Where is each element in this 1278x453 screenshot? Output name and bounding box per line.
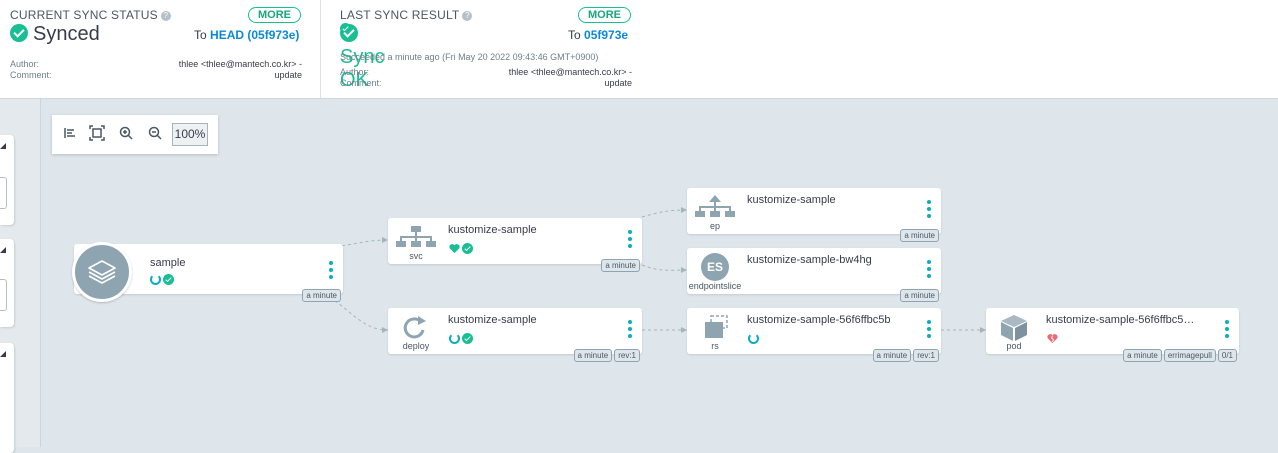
resource-tags: a minute	[898, 285, 939, 303]
resource-node-endpointslice[interactable]: ES endpointslice kustomize-sample-bw4hg …	[687, 248, 941, 302]
resource-name[interactable]: kustomize-sample-bw4hg	[747, 254, 872, 266]
resource-node-pod[interactable]: pod kustomize-sample-56f6ffbc5… a minute…	[986, 308, 1239, 362]
revision-badge: rev:1	[913, 349, 939, 362]
resource-status	[449, 333, 473, 345]
es-badge-icon: ES	[695, 253, 735, 282]
network-icon	[396, 224, 436, 252]
es-badge: ES	[701, 253, 729, 281]
resource-status	[449, 243, 473, 255]
age-badge: a minute	[302, 289, 341, 302]
progressing-icon	[449, 333, 460, 344]
resource-tags: a minute	[898, 225, 939, 243]
age-badge: a minute	[900, 229, 939, 242]
layers-icon	[72, 242, 132, 302]
broken-heart-icon	[1047, 334, 1058, 344]
network-icon	[695, 194, 735, 222]
resource-name[interactable]: kustomize-sample	[448, 224, 537, 236]
resource-menu-button[interactable]	[927, 200, 931, 220]
synced-check-icon	[163, 274, 174, 285]
resource-tags: a minute rev:1	[572, 345, 640, 363]
resource-status	[1047, 333, 1060, 345]
pod-status-badge: errimagepull	[1163, 349, 1216, 362]
resource-menu-button[interactable]	[927, 320, 931, 340]
deploy-rotate-icon	[396, 314, 436, 342]
edge-svc-ep	[641, 209, 688, 218]
age-badge: a minute	[872, 349, 912, 362]
resource-tags: a minute errimagepull 0/1	[1121, 345, 1237, 363]
resource-kind: endpointslice	[688, 281, 742, 291]
resource-status	[748, 333, 761, 345]
ready-count-badge: 0/1	[1217, 349, 1237, 362]
resource-menu-button[interactable]	[927, 260, 931, 280]
resource-name[interactable]: kustomize-sample-56f6ffbc5b	[747, 314, 890, 326]
resource-node-ep[interactable]: ep kustomize-sample a minute	[687, 188, 941, 242]
resource-kind: pod	[1006, 341, 1022, 351]
resource-kind: deploy	[402, 341, 430, 351]
resource-tags: a minute	[599, 255, 640, 273]
application-node[interactable]: sample a minute	[72, 242, 343, 302]
application-tags: a minute	[300, 285, 341, 303]
revision-badge: rev:1	[614, 349, 640, 362]
resource-node-deploy[interactable]: deploy kustomize-sample a minute rev:1	[388, 308, 642, 362]
resource-kind: ep	[709, 221, 720, 231]
edge-svc-es	[641, 264, 688, 271]
application-name[interactable]: sample	[150, 257, 185, 269]
age-badge: a minute	[573, 349, 613, 362]
healthy-heart-icon	[449, 244, 460, 254]
age-badge: a minute	[1123, 349, 1162, 362]
resource-name[interactable]: kustomize-sample	[747, 194, 836, 206]
cube-icon	[994, 314, 1034, 342]
age-badge: a minute	[601, 259, 640, 272]
synced-check-icon	[462, 333, 473, 344]
resource-node-rs[interactable]: rs kustomize-sample-56f6ffbc5b a minute r…	[687, 308, 941, 362]
resource-kind: rs	[711, 341, 719, 351]
resource-node-svc[interactable]: svc kustomize-sample a minute	[388, 218, 642, 272]
age-badge: a minute	[900, 289, 939, 302]
resource-menu-button[interactable]	[1225, 320, 1229, 340]
application-status	[150, 274, 174, 286]
resource-kind: svc	[409, 251, 423, 261]
replicaset-icon	[695, 314, 735, 342]
resource-name[interactable]: kustomize-sample	[448, 314, 537, 326]
resource-name[interactable]: kustomize-sample-56f6ffbc5…	[1046, 314, 1194, 326]
application-menu-button[interactable]	[329, 261, 333, 281]
progressing-icon	[748, 333, 759, 344]
sync-progress-icon	[150, 274, 161, 285]
synced-check-icon	[462, 243, 473, 254]
resource-menu-button[interactable]	[628, 320, 632, 340]
resource-tags: a minute rev:1	[871, 345, 939, 363]
resource-menu-button[interactable]	[628, 230, 632, 250]
